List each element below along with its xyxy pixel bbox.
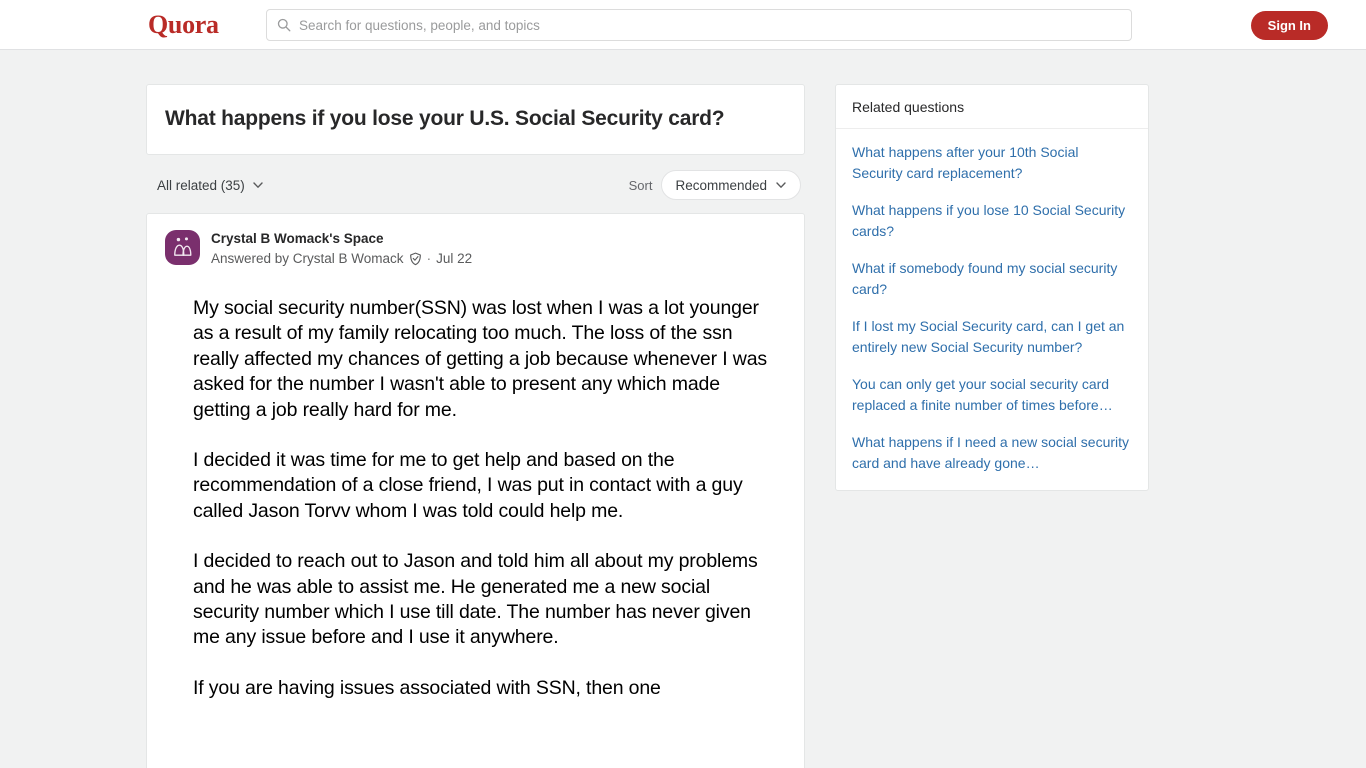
answer-paragraph: I decided it was time for me to get help… xyxy=(193,449,743,522)
shield-badge-icon xyxy=(409,252,421,265)
filter-bar: All related (35) Sort Recommended xyxy=(146,163,805,207)
related-question-link[interactable]: What if somebody found my social securit… xyxy=(852,258,1132,299)
space-people-icon xyxy=(174,237,192,256)
chevron-down-icon xyxy=(776,182,786,188)
related-questions-card: Related questions What happens after you… xyxy=(835,84,1149,491)
quora-logo[interactable]: Quora xyxy=(148,10,219,40)
answered-by-line: Answered by Crystal B Womack · Jul 22 xyxy=(211,249,472,268)
related-question-link[interactable]: If I lost my Social Security card, can I… xyxy=(852,316,1132,357)
sort-label: Sort xyxy=(628,177,653,193)
related-question-link[interactable]: What happens if you lose 10 Social Secur… xyxy=(852,200,1132,241)
sign-in-button[interactable]: Sign In xyxy=(1250,11,1328,40)
avatar[interactable] xyxy=(165,230,200,265)
related-questions-list: What happens after your 10th Social Secu… xyxy=(836,129,1148,490)
answer-date: Jul 22 xyxy=(436,251,473,266)
sidebar-column: Related questions What happens after you… xyxy=(835,84,1149,491)
answered-by-text[interactable]: Answered by Crystal B Womack xyxy=(211,249,404,268)
separator-dot: · xyxy=(426,251,432,266)
main-column: What happens if you lose your U.S. Socia… xyxy=(146,84,805,768)
page-title: What happens if you lose your U.S. Socia… xyxy=(165,107,725,130)
answer-author-header: Crystal B Womack's Space Answered by Cry… xyxy=(165,230,786,268)
search-input[interactable] xyxy=(299,17,1121,33)
page-body: What happens if you lose your U.S. Socia… xyxy=(0,50,1366,768)
answer-paragraph: My social security number(SSN) was lost … xyxy=(193,297,767,421)
question-card: What happens if you lose your U.S. Socia… xyxy=(146,84,805,155)
answer-card: Crystal B Womack's Space Answered by Cry… xyxy=(146,213,805,768)
sort-dropdown[interactable]: Recommended xyxy=(661,170,801,200)
related-question-link[interactable]: You can only get your social security ca… xyxy=(852,374,1132,415)
author-text-block: Crystal B Womack's Space Answered by Cry… xyxy=(211,230,472,268)
related-questions-heading: Related questions xyxy=(836,85,1148,129)
sort-value: Recommended xyxy=(675,177,767,193)
search-bar[interactable] xyxy=(266,9,1132,41)
all-related-label: All related (35) xyxy=(157,177,245,193)
answer-body: My social security number(SSN) was lost … xyxy=(165,296,786,701)
space-name[interactable]: Crystal B Womack's Space xyxy=(211,230,472,248)
sort-group: Sort Recommended xyxy=(629,170,801,200)
related-question-link[interactable]: What happens after your 10th Social Secu… xyxy=(852,142,1132,183)
search-icon xyxy=(277,18,291,32)
answer-paragraph: If you are having issues associated with… xyxy=(193,676,661,699)
chevron-down-icon xyxy=(253,182,263,188)
related-question-link[interactable]: What happens if I need a new social secu… xyxy=(852,432,1132,473)
answer-paragraph: I decided to reach out to Jason and told… xyxy=(193,550,758,649)
top-header: Quora Sign In xyxy=(0,0,1366,50)
all-related-dropdown[interactable]: All related (35) xyxy=(157,178,264,193)
